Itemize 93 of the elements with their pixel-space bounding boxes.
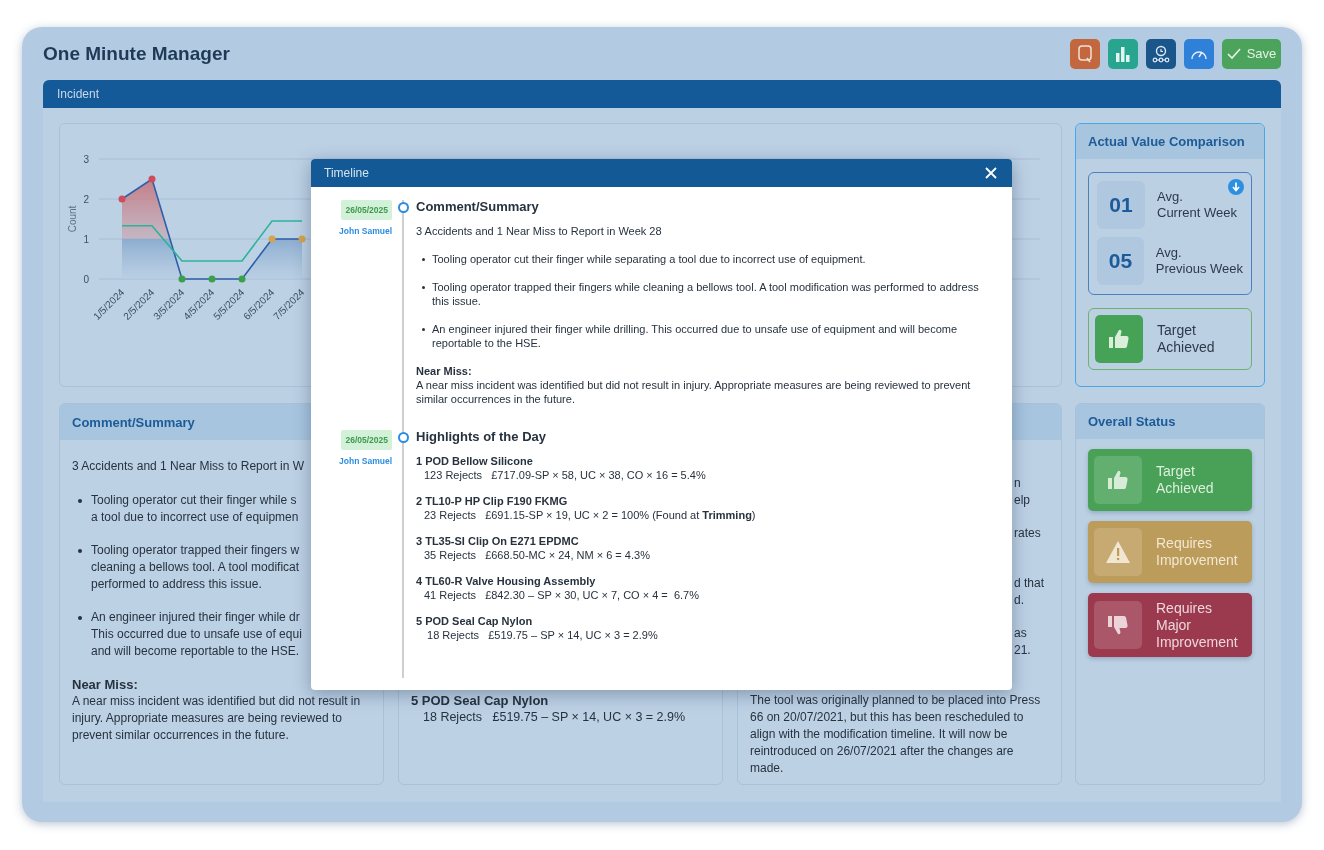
bullet-text: Tooling operator cut their finger while separating a tool due to incorrect use of equipment.	[432, 252, 866, 266]
bullet-text: An engineer injured their finger while dr	[91, 609, 300, 626]
clock-nodes-icon	[1152, 44, 1170, 63]
bullet-dot	[422, 328, 425, 331]
axis-tick-label: 2	[83, 194, 89, 205]
save-button[interactable]: Save	[1222, 38, 1281, 69]
text-fragment: as	[1014, 625, 1027, 642]
app-title: One Minute Manager	[43, 42, 230, 65]
text-fragment: rates	[1014, 525, 1041, 542]
bullet-text: Tooling operator trapped their fingers while cleaning a bellows tool. A tool modification was performed to address this issue.	[432, 280, 980, 308]
paragraph: A near miss incident was identified but did not result in injury. Appropriate measures are being reviewed to prevent similar occurrences in the future.	[72, 693, 362, 744]
bullet-text: and will become reportable to the HSE.	[91, 643, 300, 660]
item-detail: 41 Rejects £842.30 – SP × 30, UC × 7, CO × 4 = 6.7%	[423, 588, 700, 602]
axis-tick-label: 1	[83, 234, 89, 245]
entry-title: Comment/Summary	[416, 200, 540, 214]
axis-title: Count	[67, 205, 78, 233]
summary-text: 3 Accidents and 1 Near Miss to Report in Week 28	[416, 224, 662, 238]
subheading: Near Miss:	[416, 364, 473, 378]
section-header: Incident	[43, 80, 1281, 108]
status-option[interactable]: Target Achieved	[1088, 449, 1252, 511]
panel-title: Actual Value Comparison	[1076, 124, 1264, 159]
text-fragment: n	[1014, 475, 1021, 492]
arrow-down-icon	[1228, 179, 1244, 195]
bullet-text: Tooling operator cut their finger while s	[91, 492, 297, 509]
text-fragment: 21.	[1014, 642, 1031, 659]
timeline-node	[397, 432, 409, 443]
bullet-text: performed to address this issue.	[91, 576, 262, 593]
timeline-button[interactable]	[1146, 38, 1176, 69]
chart-button[interactable]	[1108, 38, 1138, 69]
data-point	[178, 275, 186, 283]
panel-title: Overall Status	[1076, 404, 1264, 439]
value-label: Avg. Current Week	[1157, 189, 1237, 221]
value-tile: 01	[1097, 181, 1145, 229]
card-title: Comment/Summary	[72, 414, 195, 430]
thumbs-up-icon	[1106, 468, 1130, 492]
bullet-text: cleaning a bellows tool. A tool modificat	[91, 559, 300, 576]
item-title: 5 POD Seal Cap Nylon	[416, 614, 534, 628]
item-title: 3 TL35-SI Clip On E271 EPDMC	[416, 534, 580, 548]
item-detail: 123 Rejects £717.09-SP × 58, UC × 38, CO × 16 = 5.4%	[423, 468, 707, 482]
author-link[interactable]: John Samuel	[339, 454, 392, 468]
bullet-dot	[78, 499, 82, 503]
data-point	[208, 275, 216, 283]
data-point	[298, 235, 306, 243]
paragraph: A near miss incident was identified but did not result in injury. Appropriate measures are being reviewed to prevent similar occurrences in the future.	[416, 378, 972, 406]
item-detail: 35 Rejects £668.50-MC × 24, NM × 6 = 4.3%	[423, 548, 651, 562]
data-point	[118, 195, 126, 203]
close-button[interactable]	[983, 165, 999, 181]
warning-icon	[1105, 540, 1131, 564]
date-badge: 26/05/2025	[341, 200, 392, 220]
date-badge: 26/05/2025	[341, 430, 392, 450]
text-fragment: d.	[1014, 592, 1024, 609]
item-title: 1 POD Bellow Silicone	[416, 454, 534, 468]
thumbs-down-icon	[1106, 613, 1130, 637]
item-detail: 23 Rejects £691.15-SP × 19, UC × 2 = 100% (Found at Trimming)	[423, 508, 757, 522]
text-fragment: d that	[1014, 575, 1045, 592]
value-tile: 05	[1097, 237, 1144, 285]
summary-text: 3 Accidents and 1 Near Miss to Report in W	[72, 458, 305, 475]
author-link[interactable]: John Samuel	[339, 224, 392, 238]
item-detail: 18 Rejects £519.75 – SP × 14, UC × 3 = 2.9%	[422, 709, 686, 726]
close-icon	[985, 167, 997, 179]
item-title: 5 POD Seal Cap Nylon	[411, 692, 549, 709]
gauge-button[interactable]	[1184, 38, 1214, 69]
item-title: 4 TL60-R Valve Housing Assembly	[416, 574, 597, 588]
value-label: Avg. Previous Week	[1155, 245, 1243, 277]
bullet-dot	[78, 616, 82, 620]
bullet-text: a tool due to incorrect use of equipmen	[91, 509, 299, 526]
data-point	[268, 235, 276, 243]
axis-tick-label: 3	[83, 154, 89, 165]
text-fragment: elp	[1014, 492, 1030, 509]
status-option[interactable]: Requires Improvement	[1088, 521, 1252, 583]
check-icon	[1226, 47, 1241, 60]
thumbs-up-icon	[1107, 327, 1131, 351]
data-point	[148, 175, 156, 183]
status-option[interactable]: Requires Major Improvement	[1088, 593, 1252, 657]
note-icon	[1078, 44, 1092, 63]
bullet-dot	[78, 549, 82, 553]
bar-chart-icon	[1115, 45, 1131, 62]
status-label: Target Achieved	[1157, 322, 1215, 356]
data-point	[238, 275, 246, 283]
bullet-text: Tooling operator trapped their fingers w	[91, 542, 300, 559]
timeline-node	[397, 202, 409, 213]
entry-title: Highlights of the Day	[416, 430, 547, 444]
subheading: Near Miss:	[72, 676, 138, 693]
bullet-dot	[422, 286, 425, 289]
axis-tick-label: 0	[83, 274, 89, 285]
bullet-dot	[422, 258, 425, 261]
bullet-text: An engineer injured their finger while drilling. This occurred due to unsafe use of equipment and will become reportable to the HSE.	[432, 322, 959, 350]
note-button[interactable]	[1070, 38, 1100, 69]
item-detail: 18 Rejects £519.75 – SP × 14, UC × 3 = 2.9%	[426, 628, 659, 642]
item-title: 2 TL10-P HP Clip F190 FKMG	[416, 494, 569, 508]
paragraph: The tool was originally planned to be placed into Press 66 on 20/07/2021, but this has been rescheduled to align with the modification timeline. It will now be reintroduced on 26/07/2021 after the changes are made.	[750, 692, 1042, 777]
dialog-title: Timeline	[324, 166, 369, 180]
bullet-text: This occurred due to unsafe use of equi	[91, 626, 302, 643]
